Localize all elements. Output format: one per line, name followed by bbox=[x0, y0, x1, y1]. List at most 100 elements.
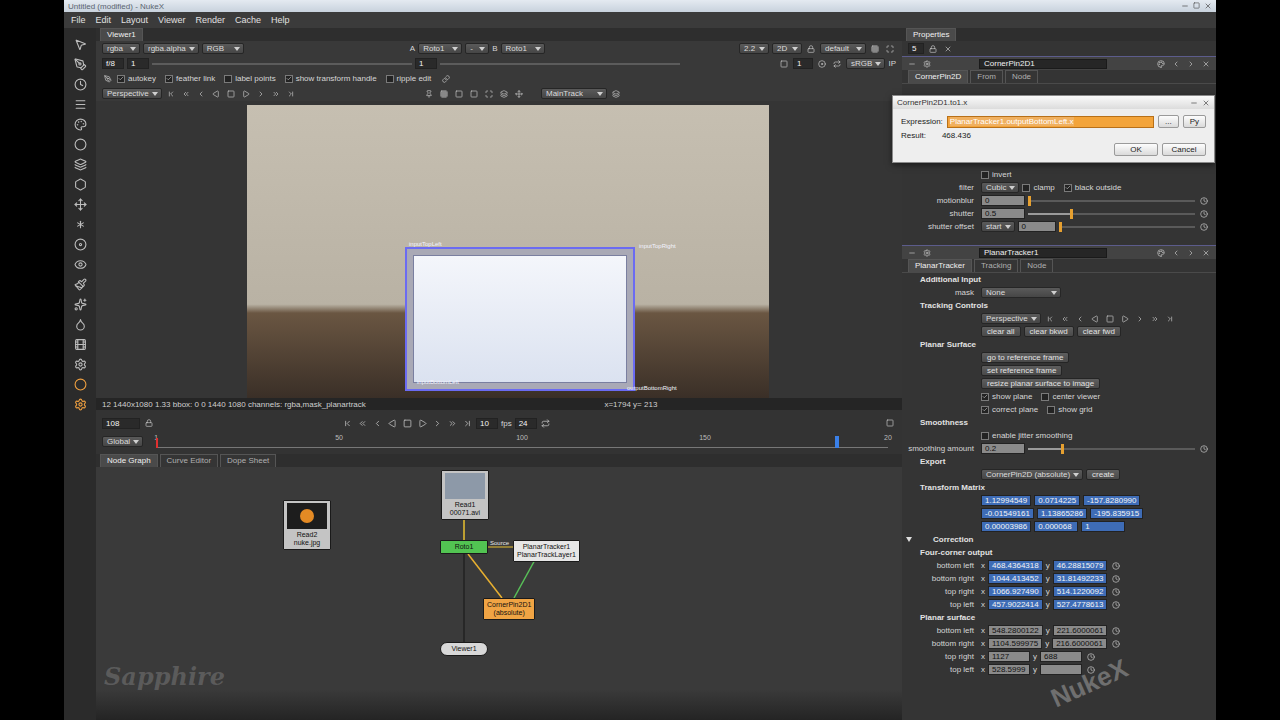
prev-frame-icon[interactable] bbox=[197, 90, 205, 98]
matrix-cell[interactable]: 0.00003986 bbox=[981, 521, 1031, 532]
color-button[interactable] bbox=[1155, 247, 1167, 259]
play-icon[interactable] bbox=[1121, 315, 1129, 323]
cache-button[interactable] bbox=[884, 417, 896, 429]
track-tool-button[interactable] bbox=[453, 88, 465, 100]
fps-field[interactable]: 24 bbox=[515, 418, 537, 429]
lut-dropdown[interactable]: default bbox=[820, 43, 866, 54]
checkbox[interactable]: invert bbox=[981, 170, 1012, 179]
first-frame-icon[interactable] bbox=[1046, 315, 1054, 323]
node[interactable]: PlanarTracker1PlanarTrackLayer1 bbox=[513, 540, 580, 562]
track-tool-button[interactable] bbox=[483, 88, 495, 100]
slider[interactable] bbox=[1028, 213, 1195, 215]
link-button[interactable] bbox=[440, 73, 452, 85]
checkbox[interactable]: show plane bbox=[981, 392, 1032, 401]
alpha-dropdown[interactable]: rgba.alpha bbox=[143, 43, 199, 54]
b-input-dropdown[interactable]: Roto1 bbox=[501, 43, 545, 54]
transport-button[interactable] bbox=[255, 88, 267, 100]
playhead[interactable] bbox=[835, 436, 839, 448]
channels-dropdown[interactable]: rgba bbox=[102, 43, 140, 54]
matrix-cell[interactable]: -195.835915 bbox=[1090, 508, 1143, 519]
knob-button[interactable]: clear fwd bbox=[1077, 326, 1121, 337]
tool-button[interactable] bbox=[70, 334, 90, 354]
menu-item[interactable]: Viewer bbox=[153, 15, 190, 25]
transport-button[interactable] bbox=[1044, 313, 1056, 325]
animation-button[interactable] bbox=[1110, 599, 1122, 611]
tool-button[interactable] bbox=[70, 54, 90, 74]
transport-button[interactable] bbox=[270, 88, 282, 100]
tool-button[interactable] bbox=[70, 294, 90, 314]
node-tab[interactable]: From bbox=[970, 70, 1003, 83]
max-panels-field[interactable]: 5 bbox=[908, 43, 924, 54]
redo-button[interactable] bbox=[1185, 247, 1197, 259]
matrix-cell[interactable]: 1.13865286 bbox=[1037, 508, 1087, 519]
menu-item[interactable]: Help bbox=[266, 15, 295, 25]
tool-button[interactable] bbox=[70, 274, 90, 294]
tool-button[interactable] bbox=[70, 394, 90, 414]
value-field[interactable]: 0 bbox=[1018, 221, 1056, 232]
track-layer-dropdown[interactable]: MainTrack bbox=[541, 88, 607, 99]
animation-button[interactable] bbox=[1198, 208, 1210, 220]
grid-button[interactable] bbox=[869, 43, 881, 55]
checkbox-box[interactable] bbox=[981, 406, 989, 414]
slider-knob[interactable] bbox=[1061, 444, 1064, 454]
first-frame-icon[interactable] bbox=[167, 90, 175, 98]
track-tool-button[interactable] bbox=[468, 88, 480, 100]
transport-button[interactable] bbox=[1059, 313, 1071, 325]
roto-option[interactable]: feather link bbox=[165, 74, 215, 83]
tool-button[interactable] bbox=[70, 134, 90, 154]
minimize-icon[interactable] bbox=[1190, 99, 1198, 107]
menu-item[interactable]: Render bbox=[190, 15, 230, 25]
y-field[interactable]: 221.6000061 bbox=[1053, 625, 1108, 636]
tool-button[interactable] bbox=[70, 214, 90, 234]
matrix-cell[interactable]: 0.000068 bbox=[1034, 521, 1078, 532]
output-lut-dropdown[interactable]: sRGB bbox=[846, 58, 885, 69]
value-field[interactable]: 0.5 bbox=[981, 208, 1025, 219]
play-reverse-icon[interactable] bbox=[388, 419, 397, 428]
menu-item[interactable]: Edit bbox=[91, 15, 117, 25]
float-button[interactable] bbox=[921, 58, 933, 70]
checkbox[interactable]: black outside bbox=[1064, 183, 1122, 192]
roto-option[interactable]: ripple edit bbox=[386, 74, 432, 83]
slider[interactable] bbox=[1059, 226, 1195, 228]
properties-tab[interactable]: Properties bbox=[906, 28, 956, 41]
y-field[interactable]: 46.28815079 bbox=[1053, 560, 1108, 571]
transport-button[interactable] bbox=[225, 88, 237, 100]
transport-button[interactable] bbox=[416, 417, 428, 429]
y-field[interactable] bbox=[1040, 664, 1082, 675]
checkbox[interactable]: center viewer bbox=[1041, 392, 1100, 401]
value-field[interactable]: 0 bbox=[981, 195, 1025, 206]
tool-button[interactable] bbox=[70, 234, 90, 254]
expression-field[interactable]: PlanarTracker1.outputBottomLeft.x bbox=[947, 116, 1154, 128]
transport-button[interactable] bbox=[210, 88, 222, 100]
tool-button[interactable] bbox=[70, 314, 90, 334]
skip-forward-icon[interactable] bbox=[1151, 315, 1159, 323]
display-channel-dropdown[interactable]: RGB bbox=[202, 43, 244, 54]
collapse-button[interactable] bbox=[906, 247, 918, 259]
time-slider[interactable]: 15010015020 bbox=[156, 434, 888, 448]
panel-tab[interactable]: Node Graph bbox=[100, 454, 158, 467]
animation-button[interactable] bbox=[1110, 625, 1122, 637]
gamma-field[interactable]: 1 bbox=[415, 58, 437, 69]
tool-button[interactable] bbox=[70, 114, 90, 134]
knob-button[interactable]: clear bkwd bbox=[1024, 326, 1074, 337]
transport-button[interactable] bbox=[446, 417, 458, 429]
stop-icon[interactable] bbox=[227, 90, 235, 98]
proxy-field[interactable]: 1 bbox=[793, 58, 813, 69]
increment-field[interactable]: 10 bbox=[476, 418, 498, 429]
matrix-cell[interactable]: 0.0714225 bbox=[1034, 495, 1080, 506]
transport-button[interactable] bbox=[195, 88, 207, 100]
operation-dropdown[interactable]: - bbox=[465, 43, 489, 54]
pause-button[interactable] bbox=[816, 58, 828, 70]
roto-option[interactable]: show transform handle bbox=[285, 74, 377, 83]
undo-button[interactable] bbox=[1170, 247, 1182, 259]
play-reverse-icon[interactable] bbox=[1091, 315, 1099, 323]
view-mode-dropdown[interactable]: 2D bbox=[772, 43, 802, 54]
prev-frame-icon[interactable] bbox=[373, 419, 382, 428]
node-name-field[interactable]: CornerPin2D1 bbox=[979, 59, 1107, 69]
last-frame-icon[interactable] bbox=[463, 419, 472, 428]
lock-range-button[interactable] bbox=[143, 417, 155, 429]
animation-button[interactable] bbox=[1198, 443, 1210, 455]
gamma-slider[interactable] bbox=[440, 63, 680, 65]
animation-button[interactable] bbox=[1085, 664, 1097, 676]
tool-button[interactable] bbox=[70, 174, 90, 194]
